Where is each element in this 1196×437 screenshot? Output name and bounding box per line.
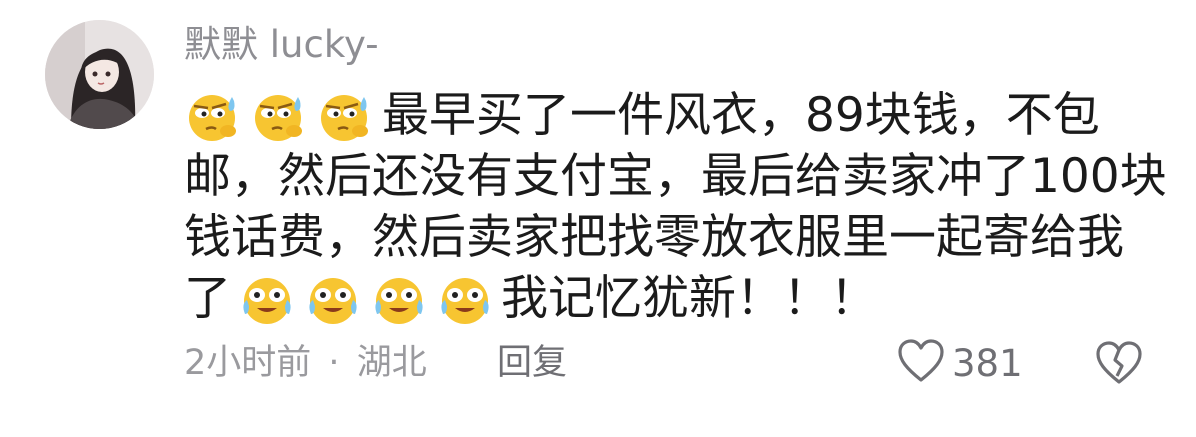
tearful-laugh-emoji-icon: [435, 270, 495, 328]
comment-item: 默默 lucky- 最早买了一件风衣，89块钱，不包 邮，然后还没有支付宝，最后…: [0, 0, 1196, 437]
comment-line-text: 最早买了一件风衣，89块钱，不包: [382, 88, 1100, 143]
comment-location: 湖北: [356, 343, 427, 383]
broken-heart-icon: [1094, 341, 1144, 390]
heart-outline-icon: [896, 338, 946, 388]
tearful-laugh-emoji-icon: [369, 270, 429, 328]
comment-line: 邮，然后还没有支付宝，最后给卖家冲了100块: [184, 146, 1167, 207]
like-button[interactable]: 381: [896, 338, 1023, 388]
comment-line-text: 邮，然后还没有支付宝，最后给卖家冲了100块: [184, 149, 1167, 204]
username[interactable]: 默默 lucky-: [184, 22, 379, 68]
sweat-smirk-emoji-icon: [184, 87, 244, 145]
comment-meta: 2小时前 · 湖北: [184, 340, 427, 386]
comment-line-text: 了: [184, 271, 231, 326]
tearful-laugh-emoji-icon: [303, 270, 363, 328]
like-count: 381: [952, 341, 1023, 385]
comment-line: 钱话费，然后卖家把找零放衣服里一起寄给我: [184, 207, 1164, 268]
meta-separator: ·: [328, 343, 340, 383]
tearful-laugh-emoji-icon: [237, 270, 297, 328]
comment-text: 最早买了一件风衣，89块钱，不包 邮，然后还没有支付宝，最后给卖家冲了100块 …: [184, 85, 1167, 329]
sweat-smirk-emoji-icon: [316, 87, 376, 145]
comment-line-text: 我记忆犹新！！！: [501, 271, 877, 326]
avatar[interactable]: [45, 20, 154, 129]
comment-time: 2小时前: [184, 343, 312, 383]
sweat-smirk-emoji-icon: [250, 87, 310, 145]
comment-line: 最早买了一件风衣，89块钱，不包: [184, 85, 1164, 146]
reply-button[interactable]: 回复: [497, 340, 567, 386]
comment-line: 了 我记忆犹新！！！: [184, 268, 1164, 329]
dislike-button[interactable]: [1094, 340, 1144, 386]
comment-line-text: 钱话费，然后卖家把找零放衣服里一起寄给我: [184, 210, 1124, 265]
